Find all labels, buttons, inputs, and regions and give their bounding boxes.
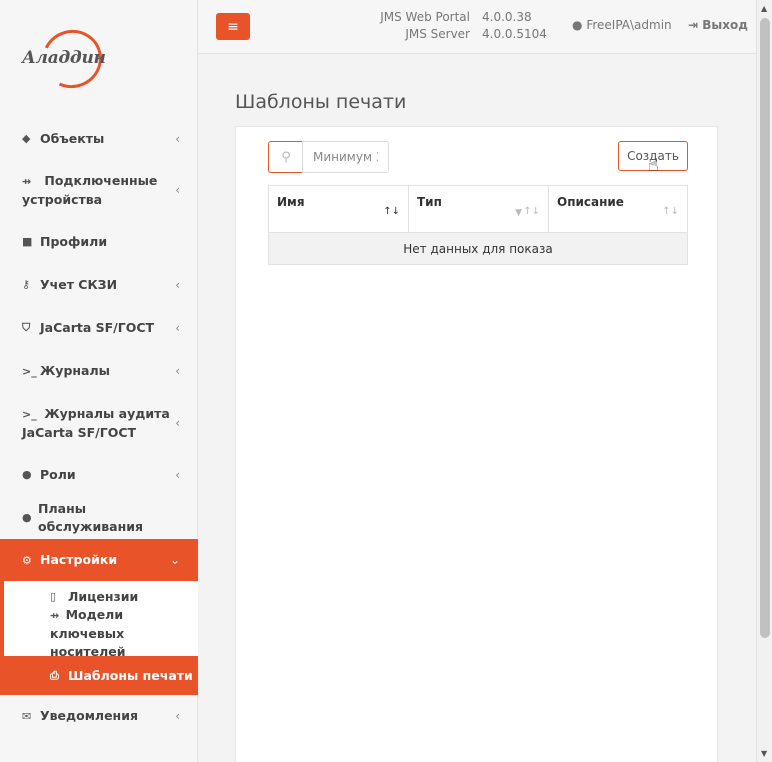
table-header-row: Имя ↑↓ Тип ▼ ↑↓ Описание ↑↓ (268, 185, 688, 233)
usb-icon: ⇸ (22, 174, 32, 188)
hand-cursor-icon: ☝ (648, 155, 659, 176)
filter-icon[interactable]: ▼ (515, 208, 522, 218)
logo-text: Аладдин (22, 48, 106, 68)
terminal-icon: >_ (22, 407, 37, 421)
key-icon: ⚷ (22, 278, 31, 291)
sidebar-item-audit-label-wrap: >_ Журналы аудита JaCarta SF/ГОСТ (22, 405, 176, 442)
logout-link[interactable]: ⇥ Выход (688, 18, 748, 32)
chevron-left-icon: ‹ (175, 277, 180, 292)
sort-asc-icon[interactable]: ↑↓ (383, 206, 400, 217)
sidebar-item-profiles[interactable]: ■ Профили (0, 220, 198, 263)
submenu-item-print-templates[interactable]: ⎙ Шаблоны печати (0, 656, 198, 695)
submenu-item-key-models-wrap: ⇸ Модели ключевых носителей (50, 606, 198, 661)
user-icon: ● (572, 18, 583, 32)
sidebar-item-objects[interactable]: ◆ Объекты ‹ (0, 117, 198, 160)
main-content: Шаблоны печати ⚲ Создать ☝ Имя ↑↓ Тип ▼ … (198, 54, 756, 762)
sidebar-item-journals[interactable]: >_ Журналы ‹ (0, 349, 198, 393)
column-label: Имя (277, 195, 305, 209)
sidebar-item-skzi[interactable]: ⚷ Учет СКЗИ ‹ (0, 263, 198, 306)
column-header-type[interactable]: Тип ▼ ↑↓ (408, 185, 549, 233)
submenu-item-label: Модели ключевых носителей (50, 607, 126, 659)
submenu-item-key-models[interactable]: ⇸ Модели ключевых носителей (4, 607, 198, 659)
user-icon: ● (22, 511, 32, 524)
sidebar-item-roles[interactable]: ● Роли ‹ (0, 453, 198, 496)
chevron-left-icon: ‹ (175, 709, 180, 723)
version-labels: JMS Web Portal JMS Server (368, 9, 470, 43)
user-icon: ● (22, 468, 32, 481)
usb-icon: ⇸ (50, 609, 60, 622)
user-menu[interactable]: ● FreeIPA\admin (572, 18, 672, 32)
gears-icon: ⚙ (22, 553, 32, 567)
page-scrollbar[interactable]: ▲ ▼ (756, 0, 772, 762)
sidebar-item-jacarta[interactable]: ⛉ JaCarta SF/ГОСТ ‹ (0, 306, 198, 349)
chevron-left-icon: ‹ (175, 183, 180, 197)
sidebar-item-devices-label-wrap: ⇸ Подключенные устройства (22, 172, 176, 209)
sign-out-icon: ⇥ (688, 18, 699, 32)
sidebar-item-label: Журналы аудита JaCarta SF/ГОСТ (22, 405, 170, 440)
server-version: 4.0.0.5104 (482, 27, 547, 41)
terminal-icon: >_ (22, 364, 37, 378)
templates-table: Имя ↑↓ Тип ▼ ↑↓ Описание ↑↓ Нет данных д… (268, 185, 688, 265)
chevron-down-icon: ⌄ (169, 553, 180, 567)
folder-icon: ■ (22, 235, 33, 248)
table-row: Нет данных для показа (268, 232, 688, 265)
column-header-description[interactable]: Описание ↑↓ (548, 185, 688, 233)
settings-submenu: ▯ Лицензии ⇸ Модели ключевых носителей ⎙… (0, 581, 198, 695)
sidebar-item-settings[interactable]: ⚙ Настройки ⌄ (0, 539, 198, 581)
sidebar-item-audit-journals[interactable]: >_ Журналы аудита JaCarta SF/ГОСТ ‹ (0, 393, 198, 453)
username: FreeIPA\admin (586, 18, 672, 32)
column-label: Тип (417, 195, 442, 209)
aladdin-logo[interactable]: Аладдин (22, 21, 111, 97)
shield-icon: ⛉ (22, 320, 31, 334)
version-values: 4.0.0.38 4.0.0.5104 (482, 9, 547, 43)
column-label: Описание (557, 195, 624, 209)
scroll-down-icon[interactable]: ▼ (761, 749, 767, 758)
logout-label: Выход (702, 18, 748, 32)
envelope-icon: ✉ (22, 709, 32, 723)
templates-panel: ⚲ Создать ☝ Имя ↑↓ Тип ▼ ↑↓ Описание (235, 126, 718, 762)
print-icon: ⎙ (50, 668, 59, 682)
scroll-up-icon[interactable]: ▲ (761, 4, 767, 13)
sidebar: Аладдин ◆ Объекты ‹ ⇸ Подключенные устро… (0, 0, 198, 762)
submenu-item-label: Шаблоны печати (68, 668, 193, 683)
sidebar-item-maintenance[interactable]: ● Планы обслуживания (0, 496, 198, 539)
sidebar-item-label: Подключенные устройства (22, 172, 158, 207)
menu-toggle-button[interactable]: ≡ (216, 13, 250, 40)
web-portal-label: JMS Web Portal (380, 10, 470, 24)
chevron-left-icon: ‹ (175, 416, 180, 430)
top-bar: ≡ JMS Web Portal JMS Server 4.0.0.38 4.0… (198, 0, 756, 54)
chevron-left-icon: ‹ (175, 131, 180, 146)
chevron-left-icon: ‹ (175, 320, 180, 335)
diamond-icon: ◆ (22, 132, 31, 145)
empty-table-message: Нет данных для показа (268, 232, 688, 265)
sidebar-item-notifications[interactable]: ✉ Уведомления ‹ (0, 695, 198, 737)
submenu-item-label: Лицензии (68, 588, 139, 604)
chevron-left-icon: ‹ (175, 364, 180, 378)
search-input[interactable] (302, 141, 389, 173)
web-portal-version: 4.0.0.38 (482, 10, 532, 24)
column-header-name[interactable]: Имя ↑↓ (268, 185, 409, 233)
hamburger-icon: ≡ (227, 18, 239, 35)
sort-icon[interactable]: ↑↓ (523, 206, 540, 217)
scrollbar-thumb[interactable] (760, 18, 770, 638)
sidebar-menu: ◆ Объекты ‹ ⇸ Подключенные устройства ‹ … (0, 117, 198, 737)
file-icon: ▯ (50, 589, 57, 603)
sidebar-item-devices[interactable]: ⇸ Подключенные устройства ‹ (0, 160, 198, 220)
sort-icon[interactable]: ↑↓ (662, 206, 679, 217)
search-icon[interactable]: ⚲ (268, 141, 303, 173)
server-label: JMS Server (405, 27, 470, 41)
page-title: Шаблоны печати (235, 91, 407, 113)
chevron-left-icon: ‹ (175, 467, 180, 482)
